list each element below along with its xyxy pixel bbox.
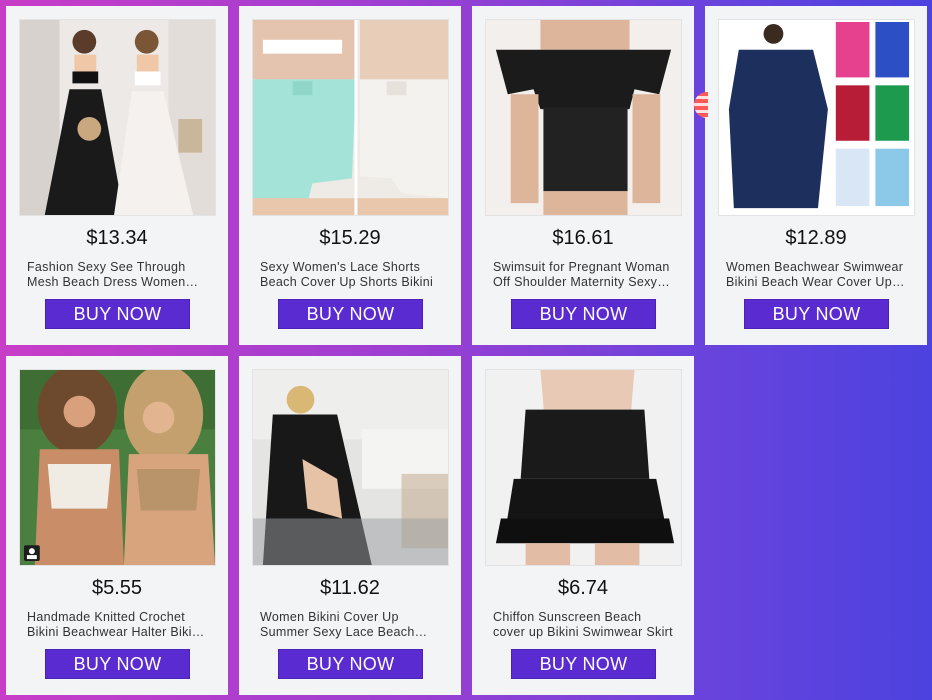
buy-now-button[interactable]: BUY NOW <box>278 299 423 329</box>
buy-now-button[interactable]: BUY NOW <box>278 649 423 679</box>
product-title[interactable]: Swimsuit for Pregnant Woman Off Shoulder… <box>493 260 673 290</box>
product-photo <box>20 20 215 215</box>
product-image[interactable] <box>252 369 449 566</box>
product-title[interactable]: Women Beachwear Swimwear Bikini Beach We… <box>726 260 906 290</box>
buy-now-button[interactable]: BUY NOW <box>45 299 190 329</box>
product-image[interactable] <box>19 19 216 216</box>
buy-now-button[interactable]: BUY NOW <box>744 299 889 329</box>
product-photo <box>486 20 681 215</box>
product-price: $5.55 <box>91 577 143 599</box>
product-price: $15.29 <box>319 227 381 249</box>
product-image[interactable] <box>485 19 682 216</box>
product-grid: $13.34 Fashion Sexy See Through Mesh Bea… <box>0 0 932 700</box>
product-image[interactable] <box>718 19 915 216</box>
product-card[interactable]: $6.74 Chiffon Sunscreen Beach cover up B… <box>472 356 694 695</box>
product-card[interactable]: $15.29 Sexy Women's Lace Shorts Beach Co… <box>239 6 461 345</box>
product-price: $16.61 <box>552 227 614 249</box>
buy-now-button[interactable]: BUY NOW <box>511 299 656 329</box>
product-card[interactable]: $11.62 Women Bikini Cover Up Summer Sexy… <box>239 356 461 695</box>
product-photo <box>20 370 215 565</box>
product-image[interactable] <box>19 369 216 566</box>
product-price: $12.89 <box>785 227 847 249</box>
product-title[interactable]: Fashion Sexy See Through Mesh Beach Dres… <box>27 260 207 290</box>
product-image[interactable] <box>252 19 449 216</box>
product-price: $13.34 <box>86 227 148 249</box>
product-photo <box>253 20 448 215</box>
product-title[interactable]: Handmade Knitted Crochet Bikini Beachwea… <box>27 610 207 640</box>
product-price: $6.74 <box>557 577 609 599</box>
buy-now-button[interactable]: BUY NOW <box>511 649 656 679</box>
product-price: $11.62 <box>320 577 380 599</box>
product-title[interactable]: Sexy Women's Lace Shorts Beach Cover Up … <box>260 260 440 290</box>
buy-now-button[interactable]: BUY NOW <box>45 649 190 679</box>
product-photo <box>486 370 681 565</box>
product-photo <box>719 20 914 215</box>
product-title[interactable]: Chiffon Sunscreen Beach cover up Bikini … <box>493 610 673 640</box>
product-card[interactable]: $5.55 Handmade Knitted Crochet Bikini Be… <box>6 356 228 695</box>
product-card[interactable]: $16.61 Swimsuit for Pregnant Woman Off S… <box>472 6 694 345</box>
product-card[interactable]: $12.89 Women Beachwear Swimwear Bikini B… <box>705 6 927 345</box>
product-image[interactable] <box>485 369 682 566</box>
product-photo <box>253 370 448 565</box>
product-card[interactable]: $13.34 Fashion Sexy See Through Mesh Bea… <box>6 6 228 345</box>
product-title[interactable]: Women Bikini Cover Up Summer Sexy Lace B… <box>260 610 440 640</box>
